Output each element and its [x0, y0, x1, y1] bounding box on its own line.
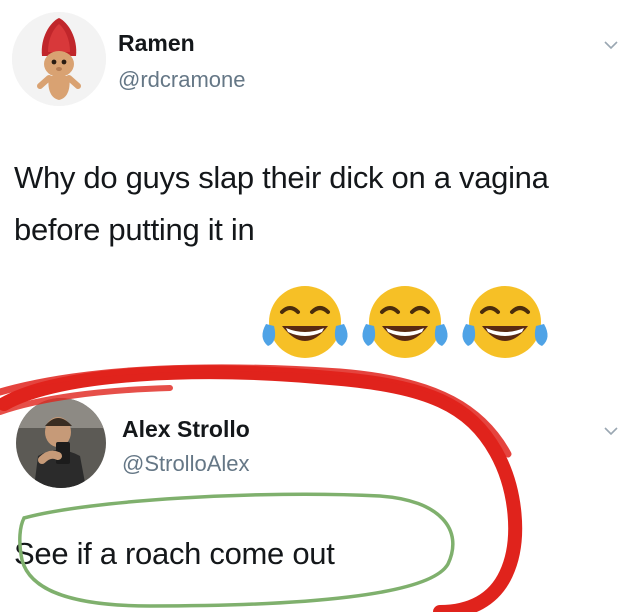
tweet-text: See if a roach come out: [14, 536, 335, 571]
tears-of-joy-emoji-icon: [262, 286, 348, 358]
emoji-row: [258, 282, 552, 362]
handle[interactable]: @StrolloAlex: [122, 451, 250, 477]
display-name[interactable]: Alex Strollo: [122, 416, 250, 443]
avatar[interactable]: [16, 398, 106, 488]
tweet-text: Why do guys slap their dick on a vagina …: [14, 160, 549, 247]
chevron-down-icon[interactable]: [604, 38, 618, 52]
display-name[interactable]: Ramen: [118, 30, 195, 57]
handle[interactable]: @rdcramone: [118, 67, 246, 93]
chevron-down-icon[interactable]: [604, 424, 618, 438]
tears-of-joy-emoji-icon: [462, 286, 548, 358]
tears-of-joy-emoji-icon: [362, 286, 448, 358]
tweet-alex-strollo[interactable]: Alex Strollo @StrolloAlex See if a roach…: [0, 380, 640, 612]
troll-doll-icon: [12, 12, 106, 106]
tweet-ramen[interactable]: Ramen @rdcramone Why do guys slap their …: [0, 0, 640, 380]
avatar[interactable]: [12, 12, 106, 106]
person-photo-icon: [16, 398, 106, 488]
